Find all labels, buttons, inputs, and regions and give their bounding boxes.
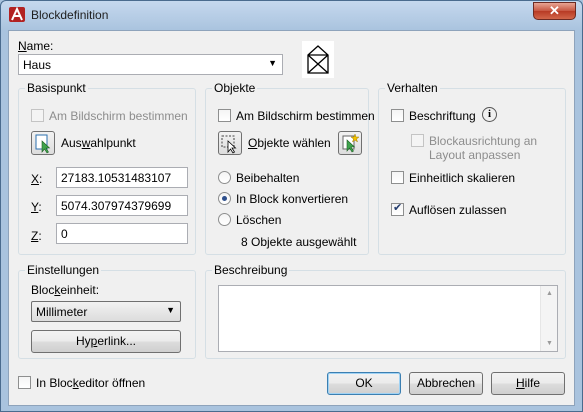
z-input[interactable]: 0 — [56, 223, 188, 244]
chevron-down-icon: ▼ — [166, 305, 175, 315]
beschreibung-group: Beschreibung ▲ ▼ — [205, 263, 566, 359]
scroll-up-icon[interactable]: ▲ — [546, 290, 553, 297]
ok-button[interactable]: OK — [327, 372, 401, 395]
objekte-screen-checkbox[interactable] — [218, 109, 231, 122]
description-scrollbar[interactable]: ▲ ▼ — [540, 286, 557, 351]
objekte-group: Objekte Am Bildschirm bestimmen Objekte … — [205, 81, 375, 255]
y-label: Y: — [31, 200, 42, 214]
block-unit-value: Millimeter — [36, 305, 88, 319]
hyperlink-button[interactable]: Hyperlink... — [31, 330, 181, 353]
select-objects-icon — [221, 135, 237, 154]
uniform-scale-checkbox[interactable] — [391, 171, 404, 184]
einstellungen-group: Einstellungen Blockeinheit: Millimeter ▼… — [18, 263, 196, 359]
title-bar[interactable]: Blockdefinition ✕ — [1, 1, 582, 29]
block-preview-icon — [302, 41, 334, 78]
allow-explode-checkbox[interactable] — [391, 201, 404, 216]
y-input[interactable]: 5074.307974379699 — [56, 195, 188, 216]
objekte-screen-label: Am Bildschirm bestimmen — [236, 109, 375, 123]
radio-in-block-konvertieren[interactable] — [218, 192, 231, 205]
quick-select-icon — [342, 133, 360, 153]
select-objects-label: Objekte wählen — [248, 136, 331, 150]
verhalten-group: Verhalten Beschriftung i Blockausrichtun… — [378, 81, 566, 255]
radio-in-block-konvertieren-label: In Block konvertieren — [236, 192, 349, 206]
block-unit-label: Blockeinheit: — [31, 283, 100, 297]
radio-loeschen-label: Löschen — [236, 213, 282, 227]
annotative-label: Beschriftung — [409, 109, 476, 123]
pick-point-button[interactable] — [31, 131, 55, 155]
allow-explode-label: Auflösen zulassen — [409, 203, 507, 217]
beschreibung-title: Beschreibung — [212, 263, 290, 277]
open-in-editor-checkbox[interactable] — [18, 376, 31, 389]
match-orientation-label-line2: Layout anpassen — [429, 148, 521, 162]
match-orientation-label-line1: Blockausrichtung an — [429, 134, 538, 148]
help-label: Hilfe — [515, 376, 540, 390]
objekte-title: Objekte — [212, 81, 258, 95]
dialog-body: Name: Haus ▼ Basispunkt Am Bildschirm be… — [8, 30, 575, 406]
window-title: Blockdefinition — [31, 8, 109, 22]
uniform-scale-label: Einheitlich skalieren — [409, 171, 516, 185]
radio-loeschen[interactable] — [218, 213, 231, 226]
radio-beibehalten[interactable] — [218, 171, 231, 184]
cancel-button[interactable]: Abbrechen — [409, 372, 483, 395]
basispunkt-title: Basispunkt — [25, 81, 88, 95]
name-combo[interactable]: Haus ▼ — [18, 54, 283, 75]
block-definition-dialog: Blockdefinition ✕ Name: Haus ▼ Basispunk… — [0, 0, 583, 412]
open-in-editor-label: In Blockeditor öffnen — [36, 376, 146, 390]
objects-selected-status: 8 Objekte ausgewählt — [241, 235, 357, 249]
quick-select-button[interactable] — [338, 131, 362, 155]
autocad-app-icon — [9, 7, 25, 22]
z-label: Z: — [31, 229, 42, 243]
description-textarea[interactable]: ▲ ▼ — [218, 285, 558, 352]
select-objects-button[interactable] — [218, 131, 242, 155]
block-unit-select[interactable]: Millimeter ▼ — [31, 301, 181, 322]
annotative-checkbox[interactable] — [391, 109, 404, 122]
verhalten-title: Verhalten — [385, 81, 440, 95]
pick-point-label: Auswahlpunkt — [61, 136, 136, 150]
chevron-down-icon[interactable]: ▼ — [268, 58, 277, 68]
match-orientation-checkbox[interactable] — [411, 134, 424, 147]
info-icon[interactable]: i — [482, 107, 497, 122]
einstellungen-title: Einstellungen — [25, 263, 102, 277]
close-button[interactable]: ✕ — [533, 2, 576, 20]
name-value: Haus — [23, 58, 52, 72]
help-button[interactable]: Hilfe — [491, 372, 565, 395]
x-input[interactable]: 27183.10531483107 — [56, 167, 188, 188]
scroll-down-icon[interactable]: ▼ — [546, 340, 553, 347]
name-label: Name: — [18, 39, 54, 53]
pick-point-icon — [35, 134, 51, 154]
hyperlink-label: Hyperlink... — [75, 334, 137, 348]
radio-beibehalten-label: Beibehalten — [236, 171, 300, 185]
x-label: X: — [31, 172, 43, 186]
basispunkt-group: Basispunkt Am Bildschirm bestimmen Auswa… — [18, 81, 196, 255]
basis-screen-label: Am Bildschirm bestimmen — [49, 109, 188, 123]
basis-screen-checkbox[interactable] — [31, 109, 44, 122]
